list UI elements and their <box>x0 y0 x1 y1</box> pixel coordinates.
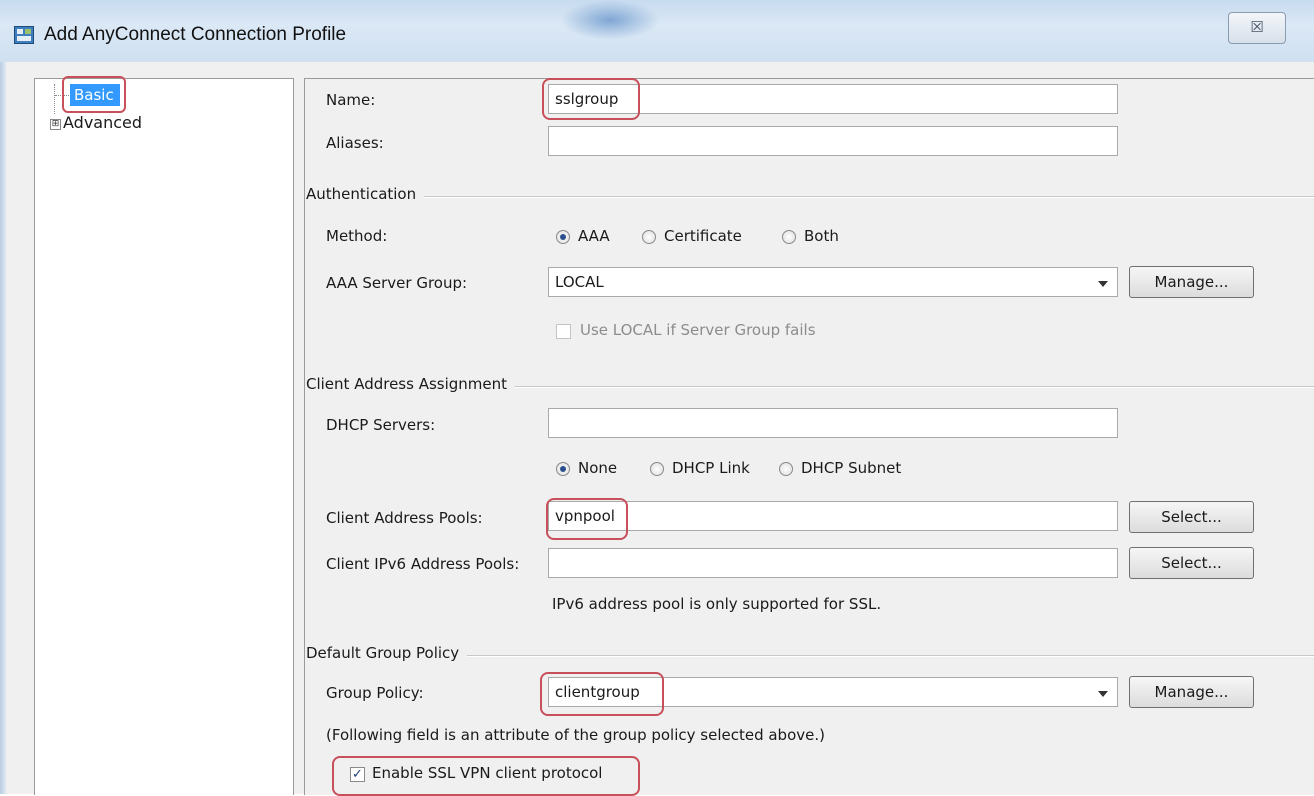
tree-connector <box>54 84 55 114</box>
window-title: Add AnyConnect Connection Profile <box>44 24 347 45</box>
section-divider <box>306 196 1314 198</box>
dhcp-link-radio[interactable] <box>650 462 664 476</box>
method-aaa-radio[interactable] <box>556 230 570 244</box>
attribute-note: (Following field is an attribute of the … <box>326 726 825 744</box>
app-icon <box>14 26 34 44</box>
aaa-server-group-label: AAA Server Group: <box>326 274 468 292</box>
dhcp-none-label[interactable]: None <box>578 459 617 477</box>
highlight-pools <box>546 498 628 540</box>
dhcp-subnet-radio[interactable] <box>779 462 793 476</box>
chevron-down-icon[interactable] <box>1098 691 1108 697</box>
dhcp-subnet-label[interactable]: DHCP Subnet <box>801 459 901 477</box>
default-group-policy-section-title: Default Group Policy <box>306 644 468 662</box>
client-address-pools-label: Client Address Pools: <box>326 509 483 527</box>
dhcp-servers-input[interactable] <box>548 408 1118 438</box>
method-certificate-radio[interactable] <box>642 230 656 244</box>
aaa-server-group-select[interactable]: LOCAL <box>548 267 1118 297</box>
tree-item-advanced[interactable]: Advanced <box>63 113 142 132</box>
client-ipv6-pools-input[interactable] <box>548 548 1118 578</box>
authentication-section-title: Authentication <box>306 185 425 203</box>
chevron-down-icon[interactable] <box>1098 281 1108 287</box>
method-both-label[interactable]: Both <box>804 227 839 245</box>
client-ipv6-pools-label: Client IPv6 Address Pools: <box>326 555 520 573</box>
dhcp-none-radio[interactable] <box>556 462 570 476</box>
expand-icon[interactable]: ⊞ <box>50 119 61 130</box>
aliases-input[interactable] <box>548 126 1118 156</box>
dhcp-servers-label: DHCP Servers: <box>326 416 436 434</box>
close-button[interactable]: ☒ <box>1228 12 1286 44</box>
select-ipv6-pools-button[interactable]: Select... <box>1129 547 1254 579</box>
name-label: Name: <box>326 91 376 109</box>
client-address-section-title: Client Address Assignment <box>306 375 516 393</box>
select-pools-button[interactable]: Select... <box>1129 501 1254 533</box>
close-icon: ☒ <box>1250 18 1264 36</box>
ipv6-note: IPv6 address pool is only supported for … <box>552 595 882 613</box>
highlight-group-policy <box>540 672 664 716</box>
highlight-basic <box>62 76 126 113</box>
dhcp-link-label[interactable]: DHCP Link <box>672 459 750 477</box>
method-label: Method: <box>326 227 388 245</box>
method-both-radio[interactable] <box>782 230 796 244</box>
manage-aaa-button[interactable]: Manage... <box>1129 266 1254 298</box>
aliases-label: Aliases: <box>326 134 384 152</box>
title-bar-glow <box>560 0 660 40</box>
method-certificate-label[interactable]: Certificate <box>664 227 742 245</box>
group-policy-label: Group Policy: <box>326 684 424 702</box>
highlight-name <box>542 78 640 120</box>
client-address-pools-input[interactable]: vpnpool <box>548 501 1118 531</box>
navigation-tree <box>34 78 294 795</box>
highlight-enable-ssl <box>332 756 640 796</box>
use-local-label: Use LOCAL if Server Group fails <box>580 321 816 339</box>
use-local-checkbox[interactable] <box>556 324 571 339</box>
method-aaa-label[interactable]: AAA <box>578 227 610 245</box>
manage-group-policy-button[interactable]: Manage... <box>1129 676 1254 708</box>
